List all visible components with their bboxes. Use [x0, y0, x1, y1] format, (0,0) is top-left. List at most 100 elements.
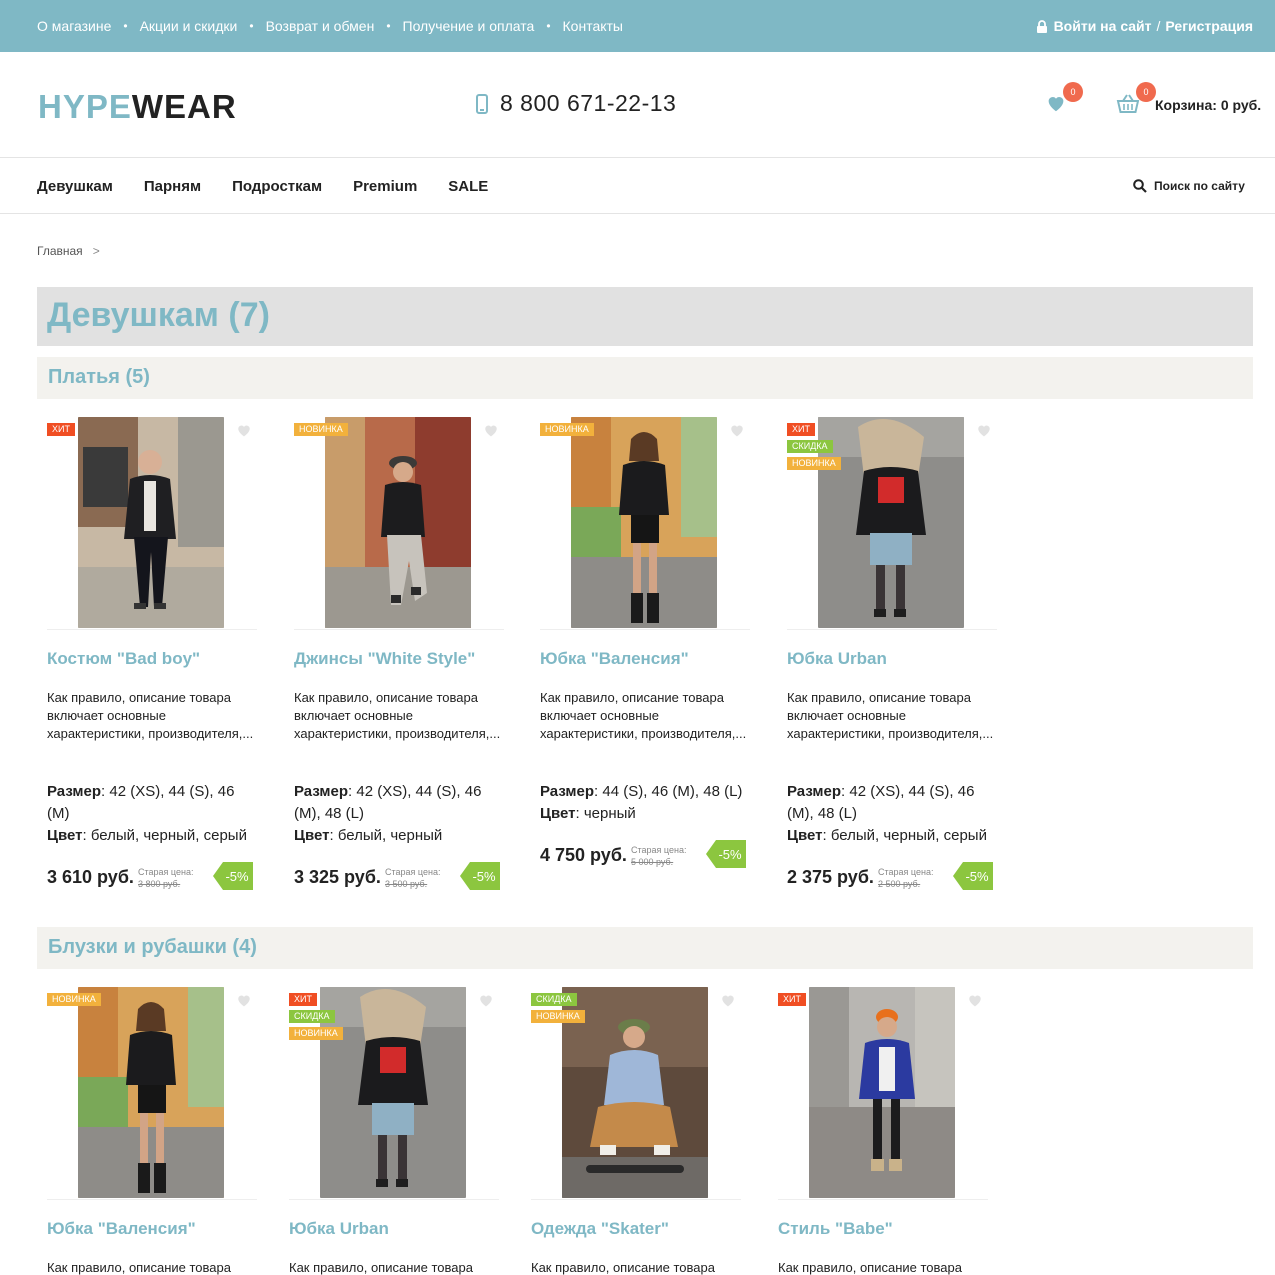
section-title[interactable]: Платья (5)	[48, 366, 150, 389]
product-name[interactable]: Стиль "Babe"	[778, 1219, 893, 1239]
product-name[interactable]: Джинсы "White Style"	[294, 649, 475, 669]
tag-discount: СКИДКА	[289, 1010, 335, 1023]
add-to-favorites-heart-icon[interactable]	[967, 993, 983, 1007]
top-link-about[interactable]: О магазине	[37, 18, 111, 34]
product-name[interactable]: Юбка "Валенсия"	[47, 1219, 196, 1239]
old-price-label: Старая цена:	[138, 867, 194, 877]
old-price-block: Старая цена: 2 500 руб.	[878, 866, 933, 890]
image-divider	[289, 1199, 499, 1200]
product-price: 4 750 руб.	[540, 845, 627, 865]
product-image[interactable]	[809, 987, 955, 1198]
product-tags: НОВИНКА	[294, 423, 348, 440]
product-description: Как правило, описание товара	[531, 1260, 715, 1275]
site-logo[interactable]: HYPEWEAR	[38, 88, 237, 126]
tag-hit: ХИТ	[289, 993, 317, 1006]
favorites-count-badge: 0	[1063, 82, 1083, 102]
top-nav-bullet: •	[123, 19, 128, 33]
product-name[interactable]: Одежда "Skater"	[531, 1219, 669, 1239]
top-link-promos[interactable]: Акции и скидки	[140, 18, 238, 34]
product-image[interactable]	[325, 417, 471, 628]
add-to-favorites-heart-icon[interactable]	[478, 993, 494, 1007]
tag-new: НОВИНКА	[47, 993, 101, 1006]
register-link[interactable]: Регистрация	[1165, 18, 1253, 34]
image-divider	[294, 629, 504, 630]
product-tags: СКИДКА НОВИНКА	[531, 993, 585, 1027]
nav-item-premium[interactable]: Premium	[353, 178, 417, 195]
section-header-blouses: Блузки и рубашки (4)	[37, 927, 1253, 969]
old-price-block: Старая цена: 3 800 руб.	[138, 866, 193, 890]
size-label: Размер	[787, 783, 842, 800]
product-props: Размер: 42 (XS), 44 (S), 46 (M), 48 (L) …	[294, 781, 504, 847]
old-price-label: Старая цена:	[385, 867, 441, 877]
cart-total[interactable]: Корзина: 0 руб.	[1155, 97, 1261, 113]
logo-part-hype: HYPE	[38, 88, 132, 125]
product-tags: НОВИНКА	[47, 993, 101, 1010]
product-price: 3 325 руб.	[294, 867, 381, 887]
product-description: Как правило, описание товара	[47, 1260, 231, 1275]
add-to-favorites-heart-icon[interactable]	[236, 993, 252, 1007]
tag-hit: ХИТ	[787, 423, 815, 436]
top-link-delivery[interactable]: Получение и оплата	[403, 18, 535, 34]
tag-discount: СКИДКА	[787, 440, 833, 453]
tag-hit: ХИТ	[47, 423, 75, 436]
nav-item-guys[interactable]: Парням	[144, 178, 201, 195]
tag-hit: ХИТ	[778, 993, 806, 1006]
color-value: : белый, черный, серый	[822, 827, 987, 844]
site-search[interactable]: Поиск по сайту	[1133, 158, 1245, 214]
product-description: Как правило, описание товара включает ос…	[787, 690, 994, 741]
top-nav-bullet: •	[546, 19, 551, 33]
login-link[interactable]: Войти на сайт	[1054, 18, 1152, 34]
top-bar: О магазине • Акции и скидки • Возврат и …	[0, 0, 1275, 52]
product-name[interactable]: Юбка "Валенсия"	[540, 649, 689, 669]
product-price: 2 375 руб.	[787, 867, 874, 887]
section-title[interactable]: Блузки и рубашки (4)	[48, 936, 257, 959]
nav-item-sale[interactable]: SALE	[448, 178, 488, 195]
tag-new: НОВИНКА	[531, 1010, 585, 1023]
price-row: 4 750 руб. Старая цена: 5 000 руб. -5%	[540, 840, 750, 870]
breadcrumb: Главная >	[37, 244, 100, 258]
product-image[interactable]	[78, 987, 224, 1198]
old-price-value: 3 800 руб.	[138, 879, 181, 889]
add-to-favorites-heart-icon[interactable]	[720, 993, 736, 1007]
color-value: : белый, черный	[329, 827, 443, 844]
add-to-favorites-heart-icon[interactable]	[729, 423, 745, 437]
product-description: Как правило, описание товара	[289, 1260, 473, 1275]
size-label: Размер	[47, 783, 102, 800]
product-props: Размер: 42 (XS), 44 (S), 46 (M), 48 (L) …	[787, 781, 997, 847]
top-link-contacts[interactable]: Контакты	[563, 18, 623, 34]
add-to-favorites-heart-icon[interactable]	[236, 423, 252, 437]
product-props: Размер: 44 (S), 46 (M), 48 (L) Цвет: чер…	[540, 781, 750, 825]
product-description: Как правило, описание товара	[778, 1260, 962, 1275]
top-link-returns[interactable]: Возврат и обмен	[266, 18, 375, 34]
product-name[interactable]: Юбка Urban	[787, 649, 887, 669]
nav-item-girls[interactable]: Девушкам	[37, 178, 113, 195]
product-tags: ХИТ СКИДКА НОВИНКА	[787, 423, 841, 474]
tag-new: НОВИНКА	[540, 423, 594, 436]
nav-item-teens[interactable]: Подросткам	[232, 178, 322, 195]
phone-number[interactable]: 8 800 671-22-13	[500, 90, 676, 117]
auth-links: Войти на сайт / Регистрация	[1036, 0, 1253, 52]
product-description: Как правило, описание товара включает ос…	[540, 690, 747, 741]
product-name[interactable]: Юбка Urban	[289, 1219, 389, 1239]
product-image[interactable]	[571, 417, 717, 628]
nav-divider	[0, 213, 1275, 214]
color-label: Цвет	[294, 827, 330, 844]
image-divider	[778, 1199, 988, 1200]
size-value: : 44 (S), 46 (M), 48 (L)	[594, 783, 743, 800]
color-label: Цвет	[47, 827, 83, 844]
add-to-favorites-heart-icon[interactable]	[483, 423, 499, 437]
phone-block: 8 800 671-22-13	[476, 90, 676, 117]
tag-new: НОВИНКА	[289, 1027, 343, 1040]
image-divider	[47, 1199, 257, 1200]
search-icon	[1133, 179, 1147, 193]
tag-discount: СКИДКА	[531, 993, 577, 1006]
breadcrumb-home[interactable]: Главная	[37, 244, 83, 258]
add-to-favorites-heart-icon[interactable]	[976, 423, 992, 437]
product-name[interactable]: Костюм "Bad boy"	[47, 649, 200, 669]
section-header-dresses: Платья (5)	[37, 357, 1253, 399]
price-row: 3 610 руб. Старая цена: 3 800 руб. -5%	[47, 862, 257, 892]
old-price-block: Старая цена: 3 500 руб.	[385, 866, 440, 890]
top-nav-bullet: •	[386, 19, 391, 33]
product-image[interactable]	[78, 417, 224, 628]
image-divider	[787, 629, 997, 630]
